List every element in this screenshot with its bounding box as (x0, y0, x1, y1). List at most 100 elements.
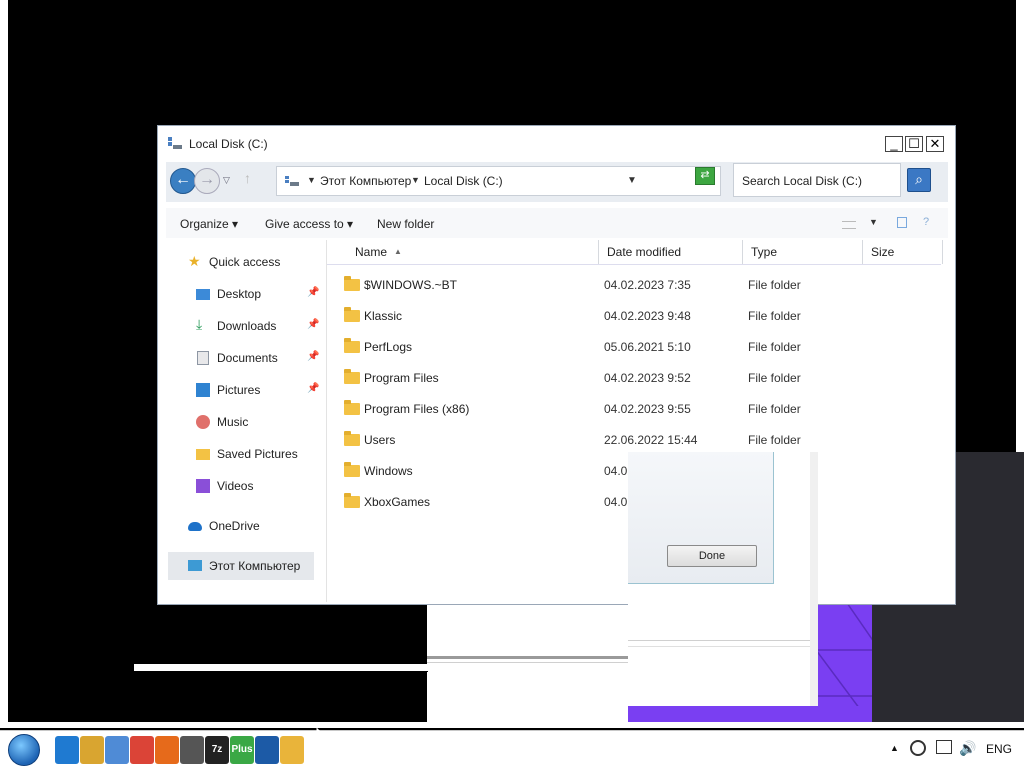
view-dropdown-icon[interactable]: ▼ (869, 217, 878, 227)
refresh-button[interactable]: ⇄ (695, 167, 715, 185)
column-type[interactable]: Type (743, 240, 863, 264)
search-input[interactable]: Search Local Disk (C:) (733, 163, 901, 197)
organize-button[interactable]: Organize ▾ (180, 217, 238, 231)
7zip-icon[interactable]: 7z (205, 736, 229, 764)
recent-locations-icon[interactable]: ▽ (223, 175, 230, 186)
start-button[interactable] (4, 732, 44, 768)
download-icon: ⤓ (196, 316, 203, 332)
taskbar: 7z Plus ▲ 🔊 ENG (0, 730, 1024, 768)
chrome-icon[interactable] (130, 736, 154, 764)
edge-icon[interactable] (55, 736, 79, 764)
help-icon[interactable]: ? (923, 216, 929, 228)
nav-quick-access[interactable]: ★ Quick access (166, 248, 322, 276)
network-icon[interactable] (936, 740, 952, 754)
windows-logo-icon (8, 734, 40, 766)
change-view-icon[interactable] (842, 221, 856, 229)
show-hidden-icons-icon[interactable]: ▲ (890, 743, 899, 753)
monitor-icon (188, 560, 202, 571)
nav-item-videos[interactable]: Videos (166, 472, 322, 500)
nav-label: Quick access (209, 255, 281, 269)
star-icon: ★ (188, 253, 201, 269)
file-type: File folder (748, 433, 801, 447)
preview-pane-icon[interactable] (897, 217, 907, 228)
explorer-window: Local Disk (C:) _ ☐ ✕ ← → ▽ ↑ ▼ Этот Ком… (157, 125, 956, 605)
file-type: File folder (748, 278, 801, 292)
address-bar[interactable]: ▼ Этот Компьютер ▼ Local Disk (C:) ▼ (276, 166, 721, 196)
nav-item-documents[interactable]: Documents 📌 (166, 344, 322, 372)
divider (427, 656, 628, 659)
computer-icon (285, 176, 299, 186)
music-icon (196, 415, 210, 429)
cloud-icon (188, 522, 202, 531)
column-name[interactable]: Name (327, 240, 599, 264)
file-date: 05.06.2021 5:10 (604, 340, 691, 354)
breadcrumb-chevron-icon[interactable]: ▼ (307, 175, 316, 185)
pin-icon: 📌 (307, 319, 320, 330)
divider (628, 646, 810, 647)
pin-icon: 📌 (307, 287, 320, 298)
desktop-edge (0, 722, 1024, 728)
nav-item-pictures[interactable]: Pictures 📌 (166, 376, 322, 404)
folder-icon (344, 276, 360, 291)
nav-item-downloads[interactable]: ⤓ Downloads 📌 (166, 312, 322, 340)
file-row[interactable]: PerfLogs 05.06.2021 5:10 File folder (327, 332, 941, 363)
new-folder-button[interactable]: New folder (377, 217, 434, 231)
file-row[interactable]: Klassic 04.02.2023 9:48 File folder (327, 301, 941, 332)
navigation-row: ← → ▽ ↑ ▼ Этот Компьютер ▼ Local Disk (C… (166, 162, 948, 202)
address-dropdown-icon[interactable]: ▼ (627, 175, 637, 186)
printer-icon[interactable] (180, 736, 204, 764)
close-button[interactable]: ✕ (926, 136, 944, 152)
nav-onedrive[interactable]: OneDrive (166, 512, 322, 540)
column-date-modified[interactable]: Date modified (599, 240, 743, 264)
window-title: Local Disk (C:) (189, 137, 268, 151)
file-name: $WINDOWS.~BT (364, 278, 458, 292)
minimize-button[interactable]: _ (885, 136, 903, 152)
store-icon[interactable] (105, 736, 129, 764)
file-explorer-icon[interactable] (80, 736, 104, 764)
nav-item-music[interactable]: Music (166, 408, 322, 436)
folder-icon (344, 400, 360, 415)
folder-icon (344, 369, 360, 384)
organize-label: Organize (180, 217, 229, 231)
volume-icon[interactable]: 🔊 (959, 740, 976, 757)
nav-this-pc[interactable]: Этот Компьютер (168, 552, 314, 580)
search-placeholder: Search Local Disk (C:) (742, 174, 863, 188)
file-row[interactable]: Program Files 04.02.2023 9:52 File folde… (327, 363, 941, 394)
photos-icon[interactable] (280, 736, 304, 764)
column-size[interactable]: Size (863, 240, 943, 264)
search-icon[interactable]: ⌕ (907, 168, 931, 192)
divider (427, 662, 628, 663)
file-row[interactable]: Program Files (x86) 04.02.2023 9:55 File… (327, 394, 941, 425)
done-button[interactable]: Done (667, 545, 757, 567)
title-bar[interactable]: Local Disk (C:) _ ☐ ✕ (158, 126, 955, 160)
back-button[interactable]: ← (170, 168, 196, 194)
language-indicator[interactable]: ENG (986, 742, 1012, 756)
up-arrow-icon[interactable]: ↑ (244, 170, 251, 186)
file-type: File folder (748, 340, 801, 354)
nav-label: Videos (217, 479, 254, 493)
shield-icon[interactable] (255, 736, 279, 764)
breadcrumb-this-pc[interactable]: Этот Компьютер (320, 174, 411, 188)
nav-label: Pictures (217, 383, 261, 397)
file-date: 04.02.2023 7:35 (604, 278, 691, 292)
sort-ascending-icon: ▲ (394, 247, 402, 256)
folder-icon (344, 338, 360, 353)
nav-item-saved-pictures[interactable]: Saved Pictures (166, 440, 322, 468)
documents-icon (197, 351, 209, 365)
nav-label: Documents (217, 351, 278, 365)
notepadplus-icon[interactable]: Plus (230, 736, 254, 764)
pin-icon: 📌 (307, 383, 320, 394)
give-access-button[interactable]: Give access to ▾ (265, 217, 353, 231)
firefox-icon[interactable] (155, 736, 179, 764)
file-name: Program Files (364, 371, 439, 385)
nav-label: Desktop (217, 287, 262, 301)
breadcrumb-local-disk[interactable]: Local Disk (C:) (424, 174, 503, 188)
maximize-button[interactable]: ☐ (905, 136, 923, 152)
file-row[interactable]: $WINDOWS.~BT 04.02.2023 7:35 File folder (327, 270, 941, 301)
nav-item-desktop[interactable]: Desktop 📌 (166, 280, 322, 308)
sync-icon[interactable] (910, 740, 926, 756)
breadcrumb-chevron-icon[interactable]: ▼ (411, 175, 420, 185)
pin-icon: 📌 (307, 351, 320, 362)
forward-button[interactable]: → (194, 168, 220, 194)
drive-icon (168, 137, 182, 149)
